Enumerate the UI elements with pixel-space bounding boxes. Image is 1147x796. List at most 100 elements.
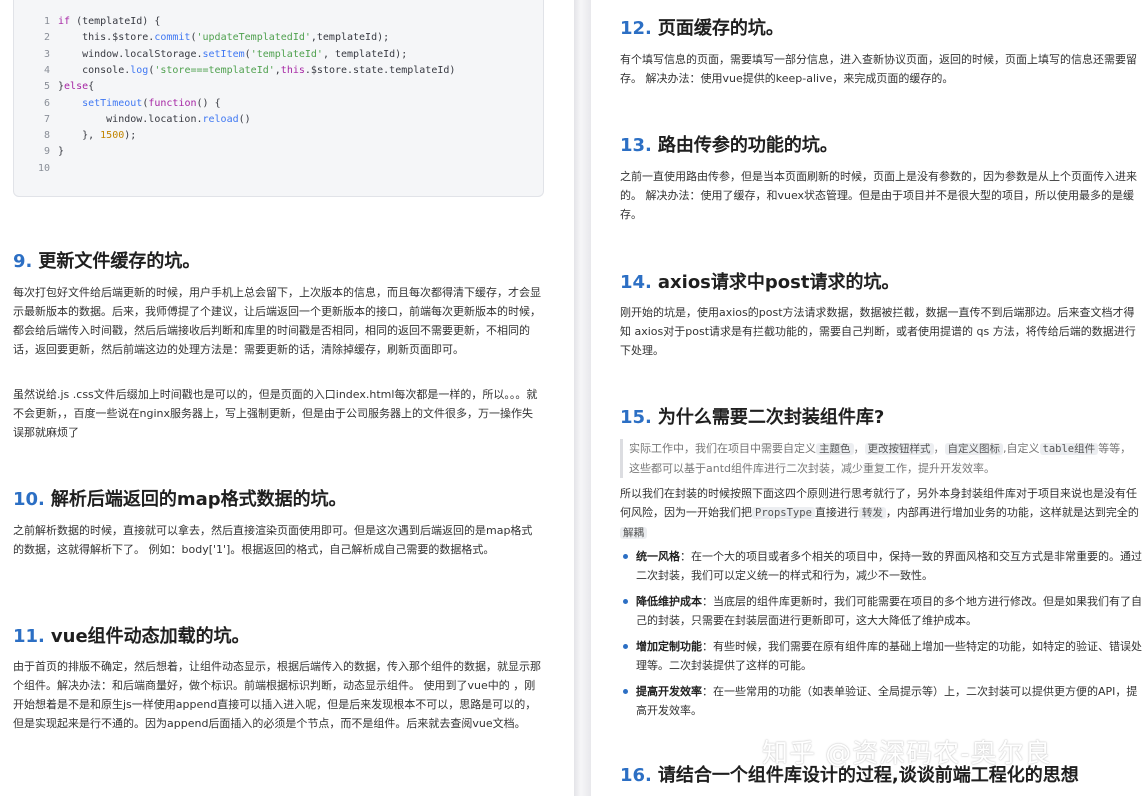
list-item-label: 降低维护成本 <box>636 595 702 608</box>
code-token: ,templateId); <box>310 32 390 44</box>
quote-text: ， <box>933 442 945 455</box>
code-token: function <box>148 97 197 109</box>
code-token: window.location. <box>58 113 203 125</box>
code-token: 'templateId' <box>250 48 323 60</box>
line-number: 4 <box>43 64 50 76</box>
section-number: 14. <box>620 272 652 293</box>
code-line: 5}else{ <box>14 79 94 95</box>
code-block: 1 if (templateId) { 2 this.$store.commit('… <box>13 0 544 197</box>
code-token: 'store===templateId' <box>154 64 275 76</box>
section-number: 11. <box>13 626 45 647</box>
list-item-label: 提高开发效率 <box>636 685 702 698</box>
code-line: 9} <box>14 144 64 160</box>
section-14-paragraph-1: 刚开始的坑是，使用axios的post方法请求数据，数据被拦截，数据一直传不到后… <box>620 306 1136 357</box>
list-item-text: ：当底层的组件库更新时，我们可能需要在项目的多个地方进行修改。但是如果我们有了自… <box>636 595 1142 627</box>
list-item-label: 统一风格 <box>636 550 680 563</box>
inline-code: 解耦 <box>620 527 647 539</box>
line-number: 6 <box>43 97 50 109</box>
code-token: 'updateTemplatedId' <box>196 32 311 44</box>
inline-code: table组件 <box>1039 443 1099 455</box>
code-line: 2 this.$store.commit('updateTemplatedId'… <box>14 30 389 46</box>
section-13-paragraph-1: 之前一直使用路由传参，但是当本页面刷新的时候，页面上是没有参数的，因为参数是从上… <box>620 170 1137 221</box>
section-title: 更新文件缓存的坑。 <box>38 251 201 272</box>
code-line: 6 setTimeout(function() { <box>14 96 221 112</box>
section-title: axios请求中post请求的坑。 <box>657 272 900 293</box>
code-line: 1 if (templateId) { <box>14 14 160 30</box>
code-line: 3 window.localStorage.setItem('templateI… <box>14 47 407 63</box>
section-number: 9. <box>13 251 33 272</box>
code-token: , templateId); <box>322 48 408 60</box>
section-9-heading: 9. 更新文件缓存的坑。 <box>13 250 200 274</box>
list-item-label: 增加定制功能 <box>636 640 702 653</box>
code-line: 7 window.location.reload() <box>14 112 251 128</box>
line-number: 9 <box>43 146 50 158</box>
watermark: 知乎 @资深码农-奥尔良 <box>762 739 1052 769</box>
section-title: 解析后端返回的map格式数据的坑。 <box>50 489 347 510</box>
code-token: .$store.state.templateId) <box>304 64 456 76</box>
code-token: window.localStorage. <box>58 48 203 60</box>
left-page: 1 if (templateId) { 2 this.$store.commit('… <box>0 0 574 796</box>
code-token: ); <box>124 130 137 142</box>
code-token: 1500 <box>100 130 125 142</box>
line-number: 7 <box>43 113 50 125</box>
list-item: 降低维护成本：当底层的组件库更新时，我们可能需要在项目的多个地方进行修改。但是如… <box>620 592 1142 630</box>
section-12-heading: 12. 页面缓存的坑。 <box>620 17 784 41</box>
section-15-bullet-list: 统一风格：在一个大的项目或者多个相关的项目中，保持一致的界面风格和交互方式是非常… <box>620 547 1142 720</box>
inline-code: 更改按钮样式 <box>864 443 934 455</box>
list-item-text: ：有些时候，我们需要在原有组件库的基础上增加一些特定的功能，如特定的验证、错误处… <box>636 640 1142 672</box>
section-12-paragraph-1: 有个填写信息的页面，需要填写一部分信息，进入查新协议页面，返回的时候，页面上填写… <box>620 53 1137 85</box>
section-title: 为什么需要二次封装组件库? <box>657 407 885 428</box>
line-number: 2 <box>43 32 50 44</box>
code-token: }, <box>58 130 101 142</box>
list-item: 增加定制功能：有些时候，我们需要在原有组件库的基础上增加一些特定的功能，如特定的… <box>620 637 1142 675</box>
section-number: 13. <box>620 135 652 156</box>
line-number: 5 <box>43 81 50 93</box>
page-gutter <box>574 0 591 796</box>
code-token: else <box>64 81 89 93</box>
section-number: 10. <box>13 489 45 510</box>
paragraph-text: ，内部再进行增加业务的功能，这样就是达到完全的 <box>885 506 1139 519</box>
quote-text: 实际工作中，我们在项目中需要自定义 <box>629 442 816 455</box>
section-11-paragraph-1: 由于首页的排版不确定，然后想着，让组件动态显示，根据后端传入的数据，传入那个组件… <box>13 660 541 730</box>
inline-code: PropsType <box>752 507 815 519</box>
section-number: 16. <box>620 765 652 786</box>
section-title: 页面缓存的坑。 <box>657 18 784 39</box>
code-token: console. <box>58 64 131 76</box>
list-item-text: ：在一些常用的功能（如表单验证、全局提示等）上，二次封装可以提供更方便的API，… <box>636 685 1138 717</box>
section-9-paragraph-1: 每次打包好文件给后端更新的时候，用户手机上总会留下，上次版本的信息，而且每次都得… <box>13 286 541 356</box>
code-token: setItem <box>202 48 245 60</box>
section-11-heading: 11. vue组件动态加载的坑。 <box>13 625 250 649</box>
section-title: 路由传参的功能的坑。 <box>657 135 838 156</box>
line-number: 1 <box>43 16 50 27</box>
code-line: 8 }, 1500); <box>14 128 136 144</box>
section-number: 12. <box>620 18 652 39</box>
code-token: this.$store. <box>58 32 155 44</box>
code-token: () <box>238 113 251 125</box>
code-line: 10 <box>14 161 58 177</box>
code-token: setTimeout <box>82 97 143 109</box>
section-10-paragraph-1: 之前解析数据的时候，直接就可以拿去，然后直接渲染页面使用即可。但是这次遇到后端返… <box>13 524 533 556</box>
list-item-text: ：在一个大的项目或者多个相关的项目中，保持一致的界面风格和交互方式是非常重要的。… <box>636 550 1142 582</box>
code-token: } <box>58 146 65 158</box>
line-number: 10 <box>37 162 50 174</box>
code-token: log <box>130 64 149 76</box>
code-token: this <box>280 64 305 76</box>
code-line: 4 console.log('store===templateId',this.… <box>14 63 455 79</box>
code-token: () { <box>196 97 221 109</box>
section-15-paragraph-1: 所以我们在封装的时候按照下面这四个原则进行思考就行了，另外本身封装组件库对于项目… <box>620 484 1142 543</box>
section-13-heading: 13. 路由传参的功能的坑。 <box>620 134 838 158</box>
line-number: 8 <box>43 130 50 142</box>
section-number: 15. <box>620 407 652 428</box>
quote-text: ,自定义 <box>1003 442 1040 455</box>
section-15-heading: 15. 为什么需要二次封装组件库? <box>620 406 884 430</box>
inline-code: 主题色 <box>816 443 854 455</box>
code-token: (templateId) { <box>70 16 161 27</box>
paragraph-text: 直接进行 <box>814 506 859 519</box>
code-token: commit <box>154 32 191 44</box>
inline-code: 转发 <box>858 507 886 519</box>
section-14-heading: 14. axios请求中post请求的坑。 <box>620 271 899 295</box>
line-number: 3 <box>43 48 50 60</box>
code-token: reload <box>202 113 239 125</box>
code-token: if <box>58 16 71 27</box>
